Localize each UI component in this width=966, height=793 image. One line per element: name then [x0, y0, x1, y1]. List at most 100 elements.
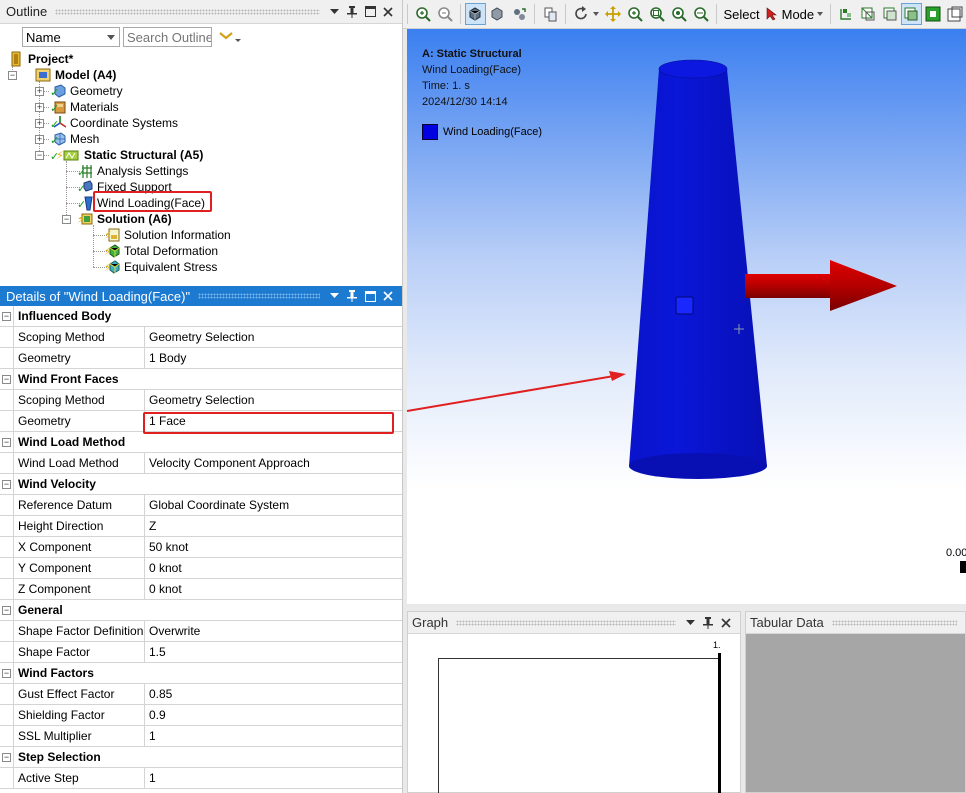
details-row[interactable]: SSL Multiplier 1: [0, 726, 402, 747]
graph-axis-label: 1.: [713, 640, 721, 650]
collapse-toggle[interactable]: −: [2, 752, 11, 762]
details-row[interactable]: Shape Factor Definition Overwrite: [0, 621, 402, 642]
panel-menu-icon[interactable]: [684, 617, 696, 629]
collapse-toggle[interactable]: −: [2, 668, 11, 678]
zoom-out-icon[interactable]: [434, 3, 456, 25]
graph-title: Graph: [412, 615, 449, 630]
tree-item-label: Coordinate Systems: [70, 116, 179, 130]
splitter[interactable]: [407, 604, 966, 611]
details-group-header[interactable]: − Wind Velocity: [0, 474, 402, 495]
close-icon[interactable]: [382, 6, 394, 18]
expand-toggle[interactable]: +: [35, 119, 44, 128]
collapse-toggle[interactable]: −: [2, 374, 11, 384]
panel-menu-icon[interactable]: [328, 290, 340, 302]
expand-toggle[interactable]: +: [35, 103, 44, 112]
tree-item-label: Geometry: [70, 84, 123, 98]
details-group-header[interactable]: − Influenced Body: [0, 306, 402, 327]
tree-item-total-deformation[interactable]: ⚡ Total Deformation: [104, 243, 220, 259]
tree-item-project[interactable]: Project*: [8, 51, 75, 67]
tree-item-equivalent-stress[interactable]: ⚡ Equivalent Stress: [104, 259, 219, 275]
details-group-header[interactable]: − Wind Front Faces: [0, 369, 402, 390]
box-zoom-icon[interactable]: [646, 3, 668, 25]
graphics-viewport[interactable]: A: Static Structural Wind Loading(Face) …: [407, 29, 966, 604]
details-row[interactable]: Gust Effect Factor 0.85: [0, 684, 402, 705]
shaded-cube-icon[interactable]: [486, 3, 508, 25]
magnifier-icon[interactable]: [690, 3, 712, 25]
fixed-support-icon: ✓: [77, 179, 93, 195]
equivalent-stress-icon: ⚡: [104, 259, 120, 275]
details-row[interactable]: Scoping Method Geometry Selection: [0, 390, 402, 411]
maximize-icon[interactable]: [364, 290, 376, 302]
select-label: Select: [723, 6, 760, 22]
details-group-header[interactable]: − Wind Load Method: [0, 432, 402, 453]
select-edge-icon[interactable]: [857, 3, 879, 25]
collapse-toggle[interactable]: −: [2, 605, 11, 615]
graph-plot-area[interactable]: [438, 658, 721, 793]
expand-toggle[interactable]: +: [35, 87, 44, 96]
pan-icon[interactable]: [603, 3, 625, 25]
select-vertex-icon[interactable]: [835, 3, 857, 25]
maximize-icon[interactable]: [364, 6, 376, 18]
tree-item-geometry[interactable]: ✓ Geometry: [50, 83, 125, 99]
select-face-icon[interactable]: [879, 3, 901, 25]
tabular-title-bar: Tabular Data: [746, 612, 965, 634]
mode-button[interactable]: Mode: [766, 7, 824, 22]
tree-item-model[interactable]: Model (A4): [35, 67, 118, 83]
collapse-toggle[interactable]: −: [2, 437, 11, 447]
panel-menu-icon[interactable]: [328, 6, 340, 18]
collapse-toggle[interactable]: −: [2, 479, 11, 489]
search-outline-input[interactable]: [123, 27, 212, 47]
details-group-header[interactable]: − Step Selection: [0, 747, 402, 768]
tree-item-static-structural[interactable]: ✓ ⚡ Static Structural (A5): [50, 147, 205, 163]
materials-icon: ✓: [50, 99, 66, 115]
select-body-icon[interactable]: [900, 3, 923, 25]
tree-item-analysis-settings[interactable]: ✓ Analysis Settings: [77, 163, 190, 179]
details-row[interactable]: Reference Datum Global Coordinate System: [0, 495, 402, 516]
solution-icon: ⚡: [77, 211, 93, 227]
details-group-header[interactable]: − Wind Factors: [0, 663, 402, 684]
details-group-header[interactable]: − General: [0, 600, 402, 621]
details-row[interactable]: Wind Load Method Velocity Component Appro…: [0, 453, 402, 474]
close-icon[interactable]: [382, 290, 394, 302]
tree-item-materials[interactable]: ✓ Materials: [50, 99, 121, 115]
tree-item-label: Equivalent Stress: [124, 260, 218, 274]
details-row[interactable]: Scoping Method Geometry Selection: [0, 327, 402, 348]
name-filter-select[interactable]: Name: [22, 27, 120, 47]
tree-item-solution-information[interactable]: ⚡ Solution Information: [104, 227, 233, 243]
details-row[interactable]: Active Step 1: [0, 768, 402, 789]
outline-panel: Outline Name Search Outline Project* − M…: [0, 0, 403, 286]
select-button[interactable]: Select: [723, 7, 759, 22]
tower-top-face: [658, 59, 728, 79]
extend-selection-icon[interactable]: [922, 3, 944, 25]
details-row[interactable]: Z Component 0 knot: [0, 579, 402, 600]
details-row[interactable]: Shielding Factor 0.9: [0, 705, 402, 726]
explode-icon[interactable]: [508, 3, 530, 25]
close-icon[interactable]: [720, 617, 732, 629]
details-row[interactable]: Height Direction Z: [0, 516, 402, 537]
tree-item-mesh[interactable]: ✓ Mesh: [50, 131, 101, 147]
collapse-toggle[interactable]: −: [2, 311, 11, 321]
select-nodes-icon[interactable]: [944, 3, 966, 25]
details-row[interactable]: Y Component 0 knot: [0, 558, 402, 579]
details-row[interactable]: Geometry 1 Body: [0, 348, 402, 369]
pin-icon[interactable]: [346, 290, 358, 302]
collapse-toggle[interactable]: −: [35, 151, 44, 160]
clipboard-icon[interactable]: [539, 3, 561, 25]
pin-icon[interactable]: [346, 5, 358, 18]
tree-item-solution[interactable]: ⚡ Solution (A6): [77, 211, 174, 227]
expand-toggle[interactable]: +: [35, 135, 44, 144]
collapse-toggle[interactable]: −: [8, 71, 17, 80]
search-options-button[interactable]: [215, 27, 241, 47]
tree-item-coordinate-systems[interactable]: ✓ Coordinate Systems: [50, 115, 180, 131]
rotate-icon[interactable]: [570, 3, 592, 25]
pin-icon[interactable]: [702, 616, 714, 629]
chevron-down-icon: [107, 35, 115, 40]
collapse-toggle[interactable]: −: [62, 215, 71, 224]
zoom-to-fit-icon[interactable]: [668, 3, 690, 25]
details-row[interactable]: X Component 50 knot: [0, 537, 402, 558]
chevron-down-icon: [219, 32, 241, 42]
zoom-icon[interactable]: [624, 3, 646, 25]
zoom-in-icon[interactable]: [412, 3, 434, 25]
details-row[interactable]: Shape Factor 1.5: [0, 642, 402, 663]
body-select-icon[interactable]: [464, 3, 487, 25]
